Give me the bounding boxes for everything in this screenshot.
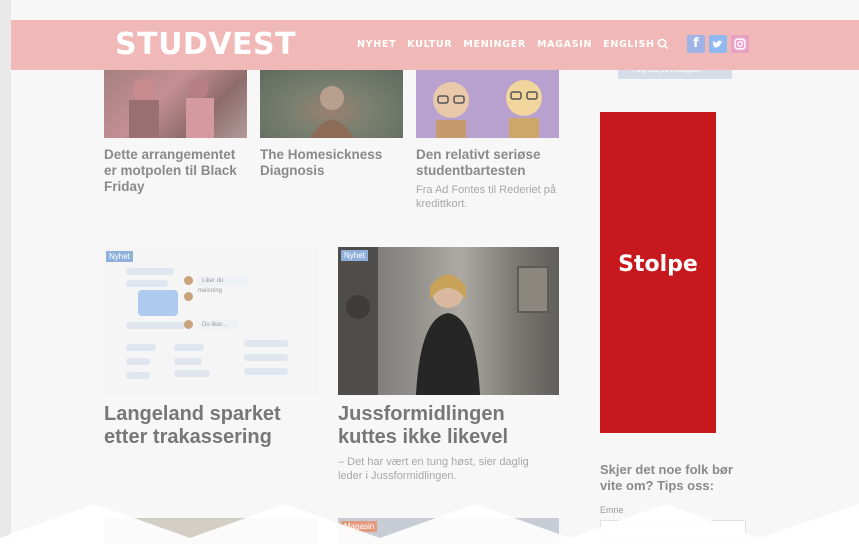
article-title-black-friday[interactable]: Dette arrangementet er motpolen til Blac…	[104, 147, 244, 195]
nav-item-meninger[interactable]: MENINGER	[463, 39, 526, 50]
zigzag-overlay	[0, 504, 859, 544]
site-header: STUDVEST NYHET KULTUR MENINGER MAGASIN E…	[11, 20, 859, 70]
nav-item-kultur[interactable]: KULTUR	[407, 39, 452, 50]
facebook-icon[interactable]: f	[687, 35, 705, 53]
ad-label: Stolpe	[618, 252, 698, 277]
chat-bubble-2: Du liker...	[198, 320, 238, 330]
article-title-jussformidlingen[interactable]: Jussformidlingen kuttes ikke likevel	[338, 403, 558, 449]
nav-item-nyhet[interactable]: NYHET	[357, 39, 396, 50]
article-subtitle-studentbartest: Fra Ad Fontes til Rederiet på kredittkor…	[416, 184, 557, 210]
article-thumbnail-langeland[interactable]: Liker du meisning Du liker...	[104, 248, 318, 395]
site-logo[interactable]: STUDVEST	[115, 27, 296, 62]
tag-nyhet-jussformidlingen[interactable]: Nyhet	[341, 250, 368, 261]
main-nav: NYHET KULTUR MENINGER MAGASIN ENGLISH	[357, 39, 666, 50]
nav-item-english[interactable]: ENGLISH	[603, 39, 655, 50]
article-title-homesickness[interactable]: The Homesickness Diagnosis	[260, 147, 400, 179]
chat-bubble-1: Liker du meisning	[198, 276, 248, 294]
article-thumbnail-black-friday[interactable]	[104, 70, 247, 138]
article-subtitle-jussformidlingen: – Det har vært en tung høst, sier daglig…	[338, 456, 529, 482]
ad-banner[interactable]: Stolpe	[600, 112, 716, 433]
tips-heading: Skjer det noe folk bør vite om? Tips oss…	[600, 462, 733, 493]
article-title-studentbartest[interactable]: Den relativt seriøse studentbartesten	[416, 147, 561, 179]
article-thumbnail-studentbartest[interactable]	[416, 70, 559, 138]
article-thumbnail-jussformidlingen[interactable]	[338, 247, 559, 395]
search-icon[interactable]	[656, 37, 670, 51]
nav-item-magasin[interactable]: MAGASIN	[537, 39, 592, 50]
tag-nyhet-langeland[interactable]: Nyhet	[106, 251, 133, 262]
twitter-icon[interactable]	[709, 35, 727, 53]
instagram-icon[interactable]	[731, 35, 749, 53]
article-thumbnail-homesickness[interactable]	[260, 70, 403, 138]
article-title-langeland[interactable]: Langeland sparket etter trakassering	[104, 403, 314, 449]
